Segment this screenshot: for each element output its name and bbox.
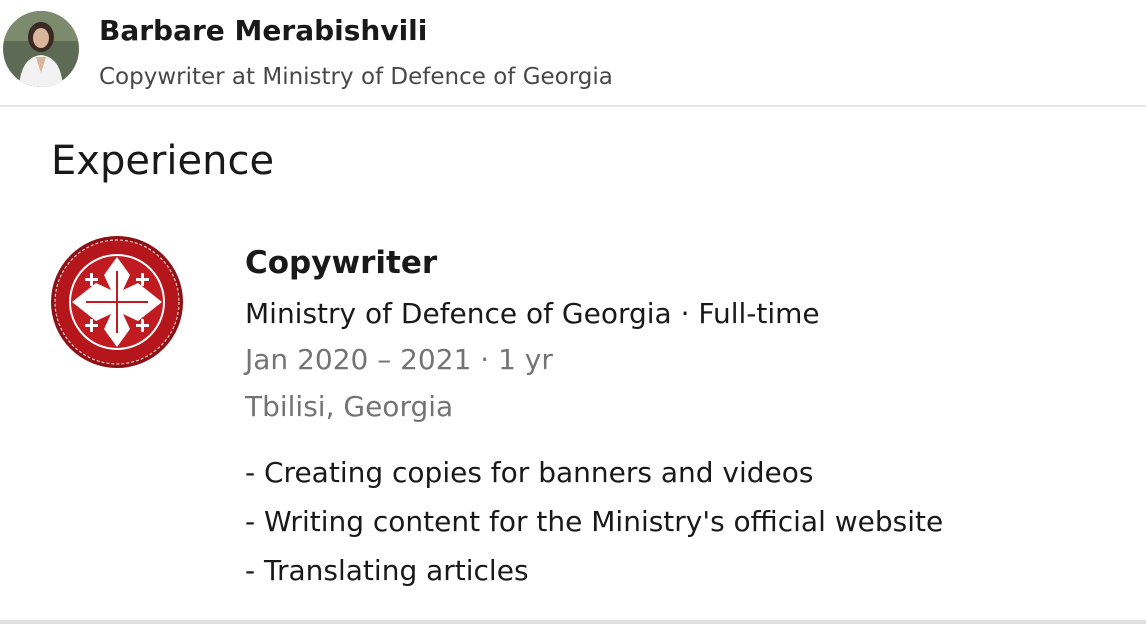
job-dates: Jan 2020 – 2021 · 1 yr (245, 343, 553, 376)
avatar[interactable] (3, 11, 79, 87)
job-description-line: - Writing content for the Ministry's off… (245, 505, 944, 538)
company-logo[interactable] (50, 235, 184, 369)
experience-section-title: Experience (51, 138, 275, 184)
section-divider (0, 620, 1146, 624)
avatar-photo-icon (3, 11, 79, 87)
profile-name[interactable]: Barbare Merabishvili (99, 14, 427, 47)
job-description-line: - Translating articles (245, 554, 529, 587)
job-company-line[interactable]: Ministry of Defence of Georgia · Full-ti… (245, 297, 820, 330)
ministry-seal-logo-icon (51, 236, 183, 368)
profile-headline: Copywriter at Ministry of Defence of Geo… (99, 64, 613, 90)
job-description-line: - Creating copies for banners and videos (245, 456, 814, 489)
job-title: Copywriter (245, 245, 438, 281)
job-location: Tbilisi, Georgia (245, 390, 454, 423)
profile-header: Barbare Merabishvili Copywriter at Minis… (0, 0, 1146, 107)
